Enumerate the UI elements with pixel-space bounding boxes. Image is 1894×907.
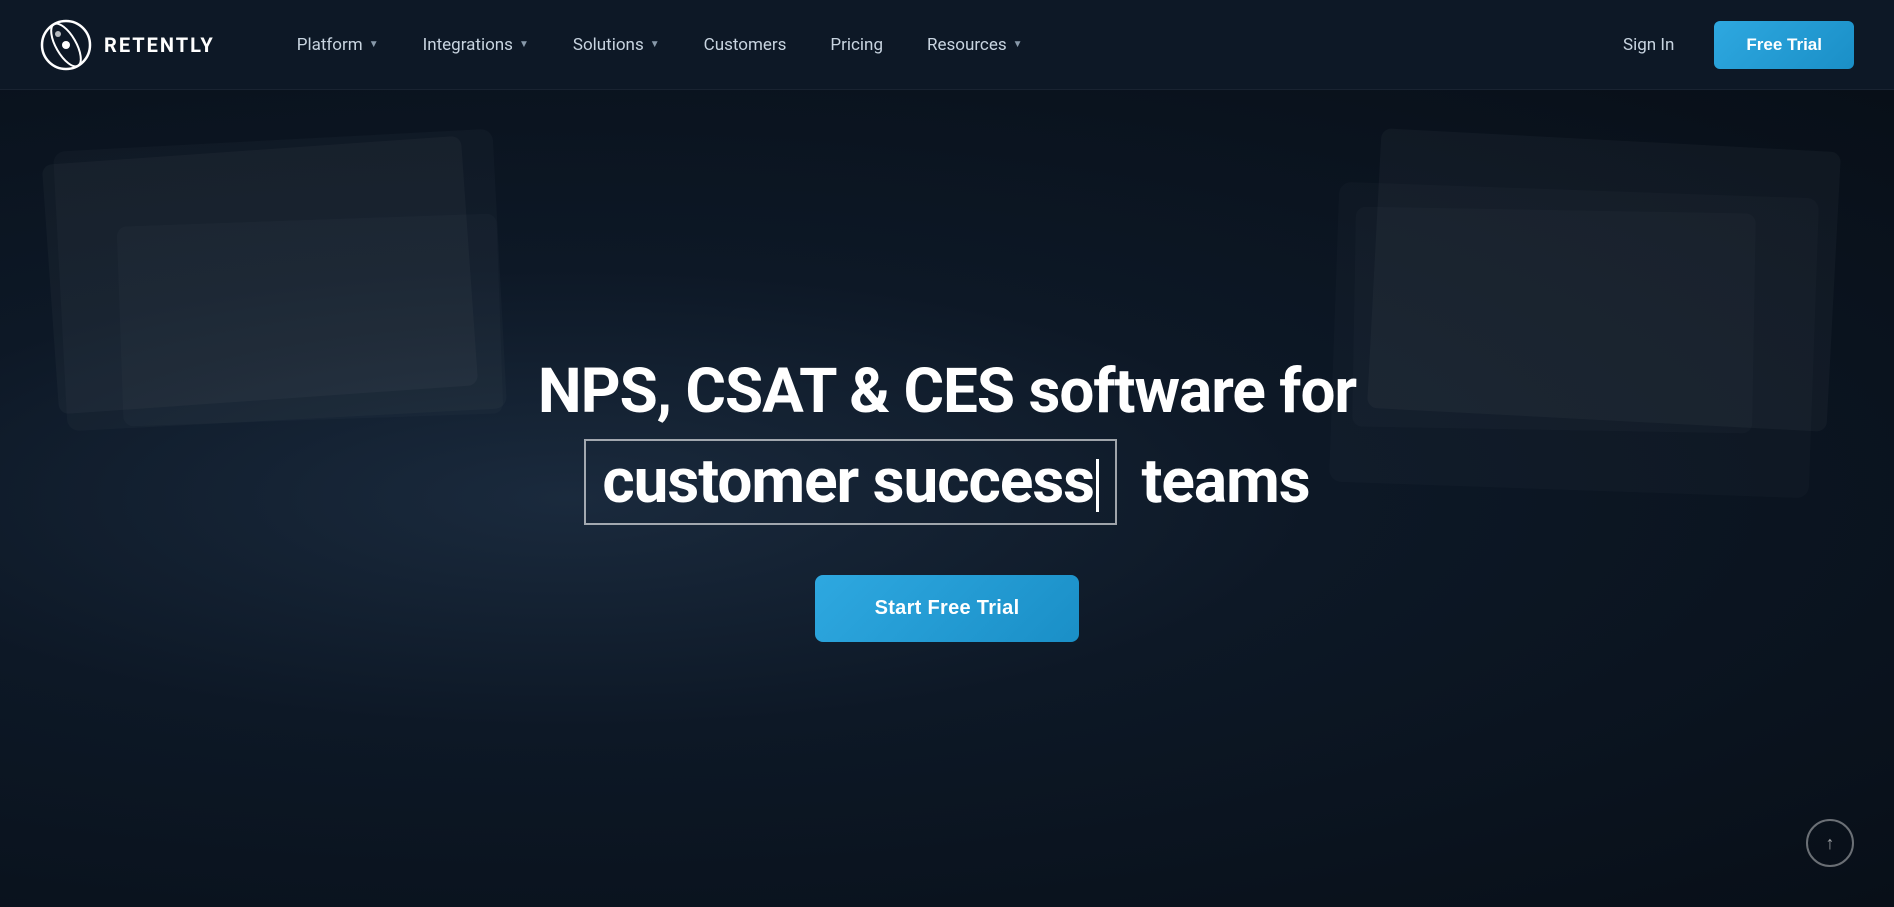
free-trial-nav-button[interactable]: Free Trial (1714, 21, 1854, 69)
nav-label-integrations: Integrations (423, 35, 513, 55)
chevron-down-icon: ▼ (519, 39, 529, 50)
sign-in-button[interactable]: Sign In (1603, 25, 1694, 65)
hero-title-after: teams (1141, 445, 1309, 518)
bg-decoration-3 (1367, 128, 1841, 432)
hero-section: NPS, CSAT & CES software for customer su… (0, 90, 1894, 907)
bg-decoration-2 (117, 213, 504, 426)
scroll-to-top-button[interactable]: ↑ (1806, 819, 1854, 867)
chevron-down-icon: ▼ (650, 39, 660, 50)
nav-item-resources[interactable]: Resources ▼ (905, 25, 1045, 65)
logo[interactable]: RETENTLY (40, 19, 215, 71)
hero-content: NPS, CSAT & CES software for customer su… (538, 355, 1356, 643)
nav-item-platform[interactable]: Platform ▼ (275, 25, 401, 65)
chevron-down-icon: ▼ (1013, 39, 1023, 50)
nav-label-pricing: Pricing (830, 35, 883, 55)
chevron-down-icon: ▼ (369, 39, 379, 50)
brand-name: RETENTLY (104, 33, 215, 57)
arrow-up-icon: ↑ (1826, 833, 1835, 854)
navbar: RETENTLY Platform ▼ Integrations ▼ Solut… (0, 0, 1894, 90)
hero-highlight-box: customer success (584, 439, 1117, 525)
nav-label-customers: Customers (704, 35, 787, 55)
nav-item-solutions[interactable]: Solutions ▼ (551, 25, 682, 65)
nav-item-pricing[interactable]: Pricing (808, 25, 905, 65)
nav-right: Sign In Free Trial (1603, 21, 1854, 69)
bg-decoration-1 (42, 136, 478, 415)
text-cursor (1096, 459, 1099, 512)
nav-item-integrations[interactable]: Integrations ▼ (401, 25, 551, 65)
bg-decoration-4 (1352, 207, 1756, 434)
hero-title-line2: customer success teams (538, 439, 1356, 525)
hero-title-line1: NPS, CSAT & CES software for (538, 355, 1356, 429)
nav-item-customers[interactable]: Customers (682, 25, 809, 65)
logo-icon (40, 19, 92, 71)
hero-highlighted-text: customer success (602, 445, 1094, 518)
nav-links: Platform ▼ Integrations ▼ Solutions ▼ Cu… (275, 25, 1603, 65)
nav-label-platform: Platform (297, 35, 363, 55)
nav-label-resources: Resources (927, 35, 1007, 55)
start-free-trial-button[interactable]: Start Free Trial (815, 575, 1080, 642)
nav-label-solutions: Solutions (573, 35, 644, 55)
